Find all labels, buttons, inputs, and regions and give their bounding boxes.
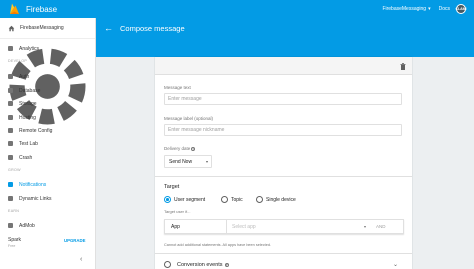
chat-icon bbox=[8, 182, 13, 187]
conversion-events-label: Conversion events bbox=[177, 261, 223, 268]
plan-name: Spark bbox=[8, 237, 22, 243]
project-switcher[interactable]: FirebaseMessaging ▾ bbox=[382, 6, 430, 12]
trash-icon[interactable] bbox=[400, 63, 406, 70]
radio-unchecked-icon bbox=[221, 196, 228, 203]
section-grow: GROW bbox=[8, 168, 21, 172]
select-app-dropdown[interactable]: Select app ▾ bbox=[226, 220, 371, 233]
delivery-date-select[interactable]: Send Now ▾ bbox=[164, 155, 212, 168]
divider bbox=[155, 176, 412, 177]
select-app-placeholder: Select app bbox=[232, 223, 256, 230]
section-earn: EARN bbox=[8, 209, 20, 213]
message-label-input[interactable]: Enter message nickname bbox=[164, 124, 402, 136]
sidebar-item-label: Analytics bbox=[19, 45, 40, 52]
chevron-down-icon: ▾ bbox=[205, 159, 208, 164]
analytics-icon bbox=[8, 46, 13, 51]
sidebar-item-hosting[interactable]: Hosting bbox=[0, 112, 95, 123]
sidebar-item-label: Crash bbox=[19, 154, 33, 161]
sidebar-project-header[interactable]: FirebaseMessaging bbox=[0, 18, 95, 39]
page-header: ← Compose message bbox=[96, 18, 474, 39]
message-text-label: Message text bbox=[164, 85, 191, 90]
radio-topic[interactable]: Topic bbox=[221, 196, 243, 203]
and-button[interactable]: AND bbox=[376, 224, 386, 229]
sidebar-item-remote-config[interactable]: Remote Config bbox=[0, 125, 95, 136]
plan-subtitle: Free bbox=[8, 244, 16, 248]
chevron-down-icon: ▾ bbox=[363, 224, 366, 229]
back-arrow-icon[interactable]: ← bbox=[104, 24, 113, 33]
admob-icon bbox=[8, 223, 13, 228]
collapse-sidebar-icon[interactable]: ‹ bbox=[80, 256, 82, 263]
help-icon[interactable]: ? bbox=[224, 262, 229, 267]
sidebar-item-label: Hosting bbox=[19, 114, 36, 121]
globe-icon bbox=[8, 115, 13, 120]
radio-checked-icon bbox=[164, 196, 171, 203]
database-icon bbox=[8, 88, 13, 93]
people-icon bbox=[8, 74, 13, 79]
radio-label: Single device bbox=[266, 196, 296, 203]
sidebar-item-label: Remote Config bbox=[19, 127, 53, 134]
sidebar-item-label: Database bbox=[19, 87, 41, 94]
sidebar-item-test-lab[interactable]: Test Lab bbox=[0, 138, 95, 149]
page-title: Compose message bbox=[120, 24, 185, 33]
sidebar-item-analytics[interactable]: Analytics bbox=[0, 43, 95, 54]
phone-icon bbox=[8, 141, 13, 146]
project-name: FirebaseMessaging bbox=[382, 6, 427, 12]
radio-unchecked-icon bbox=[256, 196, 263, 203]
sidebar-item-label: Test Lab bbox=[19, 140, 38, 147]
upgrade-button[interactable]: UPGRADE bbox=[64, 238, 86, 243]
radio-user-segment[interactable]: User segment bbox=[164, 196, 205, 203]
help-icon[interactable]: ? bbox=[191, 146, 196, 151]
segment-row: App Select app ▾ AND bbox=[164, 219, 404, 234]
target-title: Target bbox=[164, 184, 180, 190]
sidebar-item-label: Storage bbox=[19, 100, 37, 107]
link-icon bbox=[8, 196, 13, 201]
chevron-down-icon: ▾ bbox=[428, 6, 431, 12]
radio-label: Topic bbox=[231, 196, 243, 203]
delivery-date-value: Send Now bbox=[169, 158, 193, 165]
delivery-date-label: Delivery date? bbox=[164, 146, 196, 151]
statements-note: Cannot add additional statements. All ap… bbox=[164, 243, 272, 247]
section-develop: DEVELOP bbox=[8, 59, 28, 63]
sidebar-item-auth[interactable]: Auth bbox=[0, 71, 95, 82]
divider bbox=[155, 253, 412, 254]
message-label-label: Message label (optional) bbox=[164, 116, 214, 121]
home-icon bbox=[8, 25, 15, 31]
docs-link[interactable]: Docs bbox=[439, 6, 450, 12]
sidebar-item-label: Dynamic Links bbox=[19, 195, 52, 202]
sidebar-item-dynamic-links[interactable]: Dynamic Links bbox=[0, 193, 95, 204]
conversion-events-header[interactable]: Conversion events ? bbox=[164, 261, 229, 268]
target-user-if-label: Target user if... bbox=[164, 209, 191, 214]
delivery-date-text: Delivery date bbox=[164, 146, 191, 151]
radio-label: User segment bbox=[174, 196, 206, 203]
sidebar-item-admob[interactable]: AdMob bbox=[0, 220, 95, 231]
remote-config-icon bbox=[8, 128, 13, 133]
chevron-down-icon[interactable]: ⌄ bbox=[393, 261, 398, 268]
conversion-icon bbox=[164, 261, 171, 268]
sidebar-item-label: Auth bbox=[19, 73, 30, 80]
firebase-logo-icon bbox=[9, 3, 20, 15]
sidebar-item-database[interactable]: Database bbox=[0, 85, 95, 96]
header-band bbox=[96, 39, 474, 57]
radio-single-device[interactable]: Single device bbox=[256, 196, 296, 203]
sidebar-item-label: Notifications bbox=[19, 181, 47, 188]
sidebar-project-name: FirebaseMessaging bbox=[20, 25, 64, 31]
card-toolbar bbox=[155, 57, 412, 75]
sidebar-item-notifications[interactable]: Notifications bbox=[0, 179, 95, 190]
sidebar-item-crash[interactable]: Crash bbox=[0, 152, 95, 163]
app-label: App bbox=[171, 223, 180, 230]
bug-icon bbox=[8, 155, 13, 160]
avatar[interactable]: CLAMI bbox=[455, 4, 467, 14]
sidebar-item-storage[interactable]: Storage bbox=[0, 98, 95, 109]
brand-name: Firebase bbox=[26, 4, 58, 14]
storage-icon bbox=[8, 101, 13, 106]
message-text-input[interactable]: Enter message bbox=[164, 93, 402, 105]
sidebar-item-label: AdMob bbox=[19, 222, 35, 229]
top-right-controls: FirebaseMessaging ▾ Docs CLAMI bbox=[382, 0, 474, 18]
